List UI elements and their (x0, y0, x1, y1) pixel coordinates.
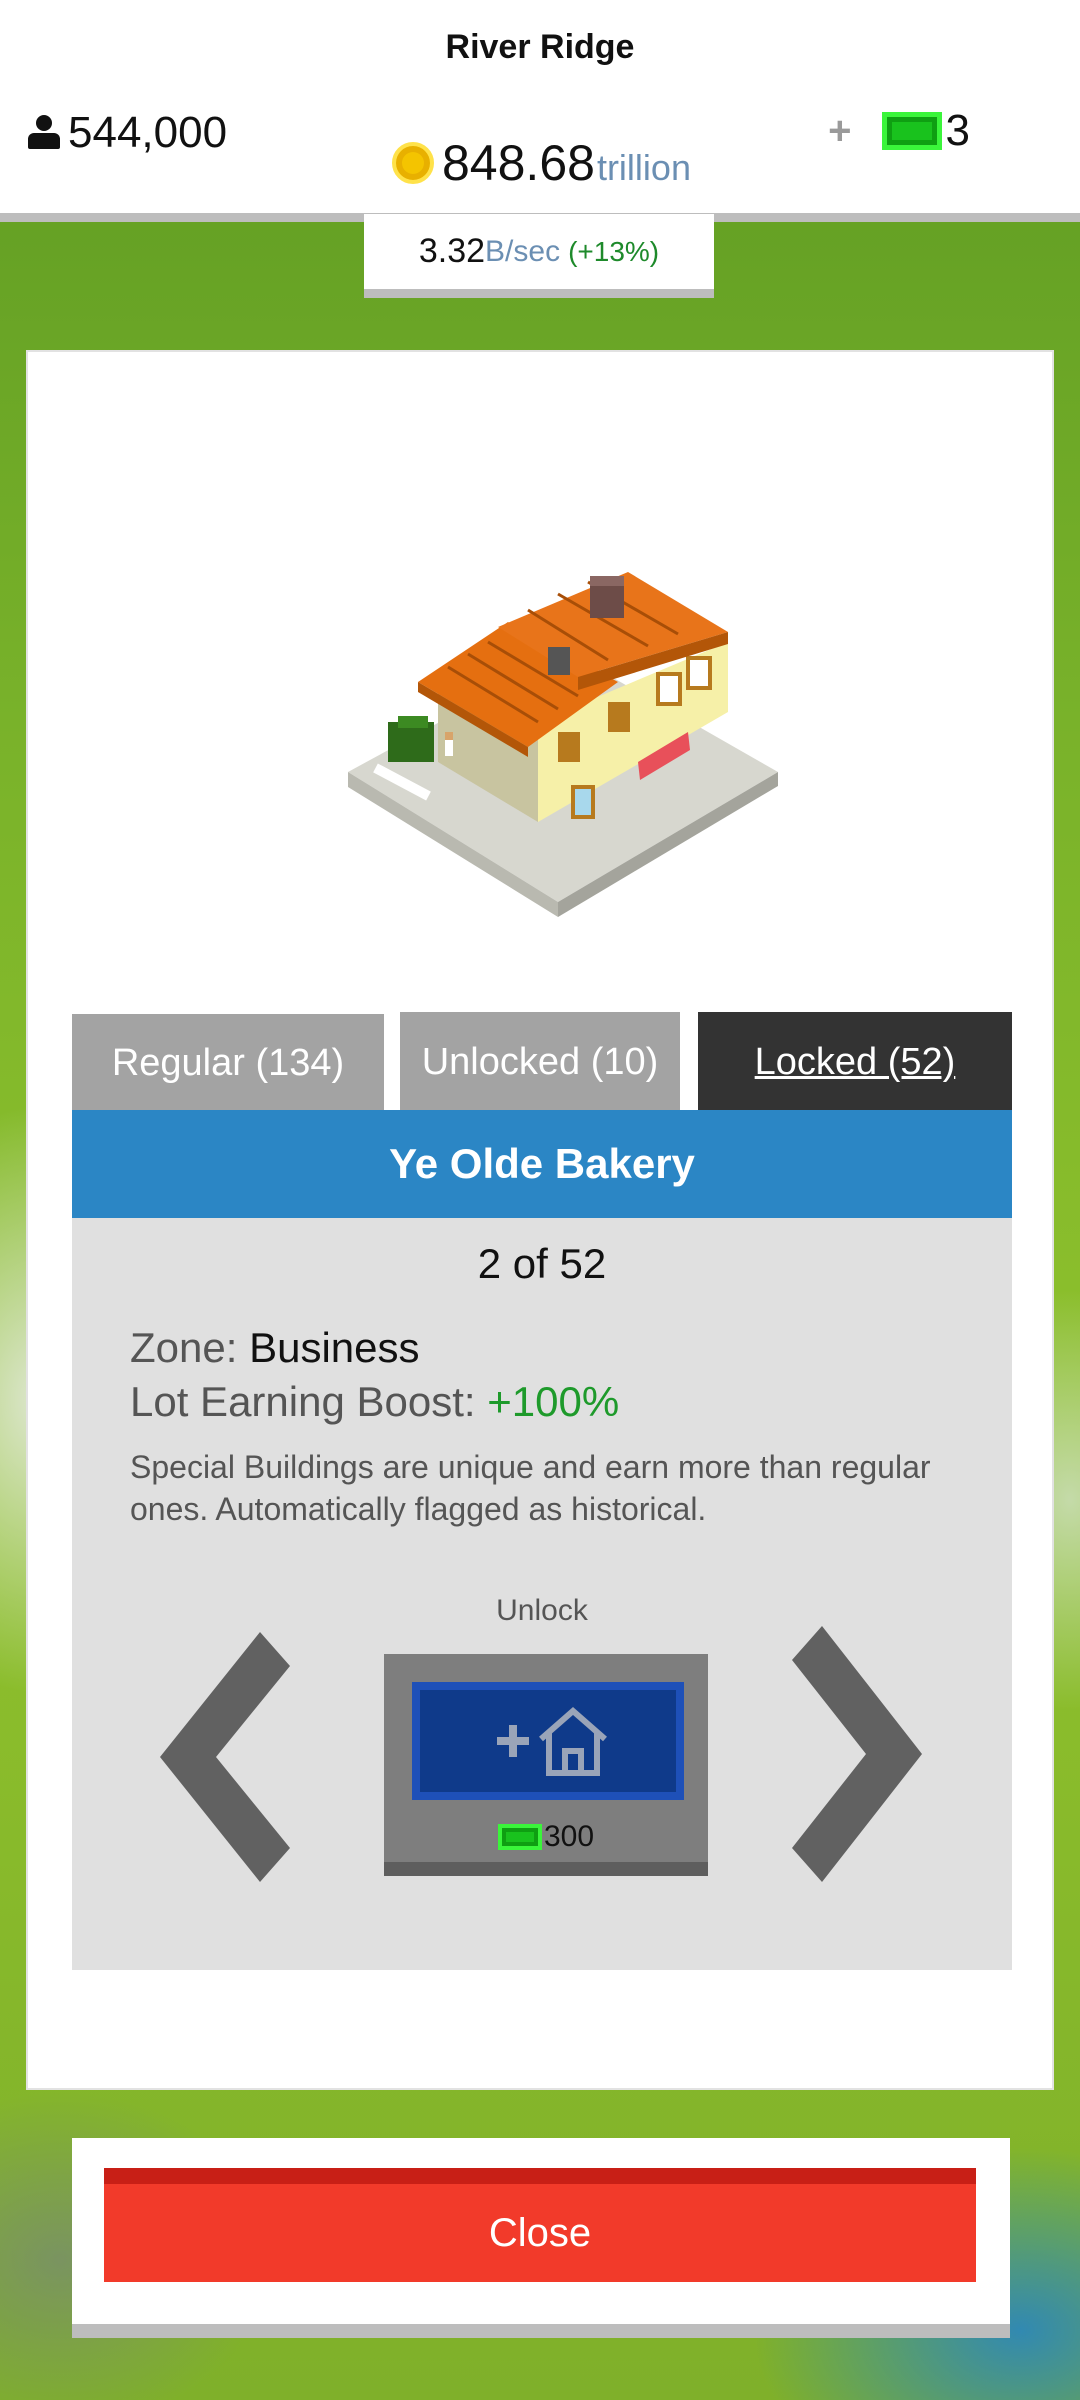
cash-value: 3 (945, 106, 970, 155)
close-button[interactable]: Close (104, 2168, 976, 2282)
unlock-button[interactable]: 300 (384, 1654, 708, 1876)
zone-info: Zone: Business (130, 1324, 420, 1372)
cash-display: + 3 (828, 106, 970, 156)
boost-label: Lot Earning Boost: (130, 1378, 476, 1425)
rate-value: 3.32 (418, 232, 486, 270)
tab-regular[interactable]: Regular (134) (72, 1014, 384, 1112)
boost-info: Lot Earning Boost: +100% (130, 1378, 619, 1426)
money-unit: trillion (596, 147, 691, 188)
cash-icon (881, 112, 942, 150)
person-icon (26, 115, 62, 151)
rate-unit: B/sec (485, 234, 561, 268)
building-category-tabs: Regular (134) Unlocked (10) Locked (52) (72, 1012, 1012, 1112)
building-counter: 2 of 52 (477, 1240, 607, 1287)
zone-value: Business (249, 1324, 420, 1371)
unlock-price-value: 300 (543, 1820, 595, 1853)
add-house-icon (412, 1682, 684, 1800)
income-rate: 3.32 B/sec (+13%) (364, 214, 714, 298)
bakery-building-image (348, 572, 778, 917)
population-display: 544,000 (26, 108, 227, 158)
cash-icon (497, 1824, 542, 1850)
close-button-container: Close (72, 2138, 1010, 2338)
coin-icon (392, 142, 434, 184)
money-display: 848.68 trillion (392, 134, 691, 192)
building-title: Ye Olde Bakery (72, 1110, 1012, 1218)
boost-value: +100% (487, 1378, 620, 1425)
zone-label: Zone: (130, 1324, 238, 1371)
city-name: River Ridge (445, 28, 635, 66)
tab-locked[interactable]: Locked (52) (698, 1012, 1012, 1112)
rate-percent: (+13%) (568, 235, 660, 267)
money-value: 848.68 (442, 135, 595, 191)
building-description: Special Buildings are unique and earn mo… (130, 1449, 931, 1527)
next-building-arrow-icon[interactable] (792, 1626, 922, 1882)
previous-building-arrow-icon[interactable] (160, 1632, 290, 1882)
tab-unlocked[interactable]: Unlocked (10) (400, 1012, 680, 1112)
add-cash-button[interactable]: + (828, 109, 851, 154)
unlock-price: 300 (384, 1820, 708, 1854)
population-value: 544,000 (68, 108, 228, 157)
building-info: 2 of 52 Zone: Business Lot Earning Boost… (72, 1218, 1012, 1970)
top-hud: River Ridge 544,000 848.68 trillion + 3 (0, 0, 1080, 222)
unlock-label: Unlock (496, 1594, 588, 1627)
building-panel: Regular (134) Unlocked (10) Locked (52) … (26, 350, 1054, 2090)
